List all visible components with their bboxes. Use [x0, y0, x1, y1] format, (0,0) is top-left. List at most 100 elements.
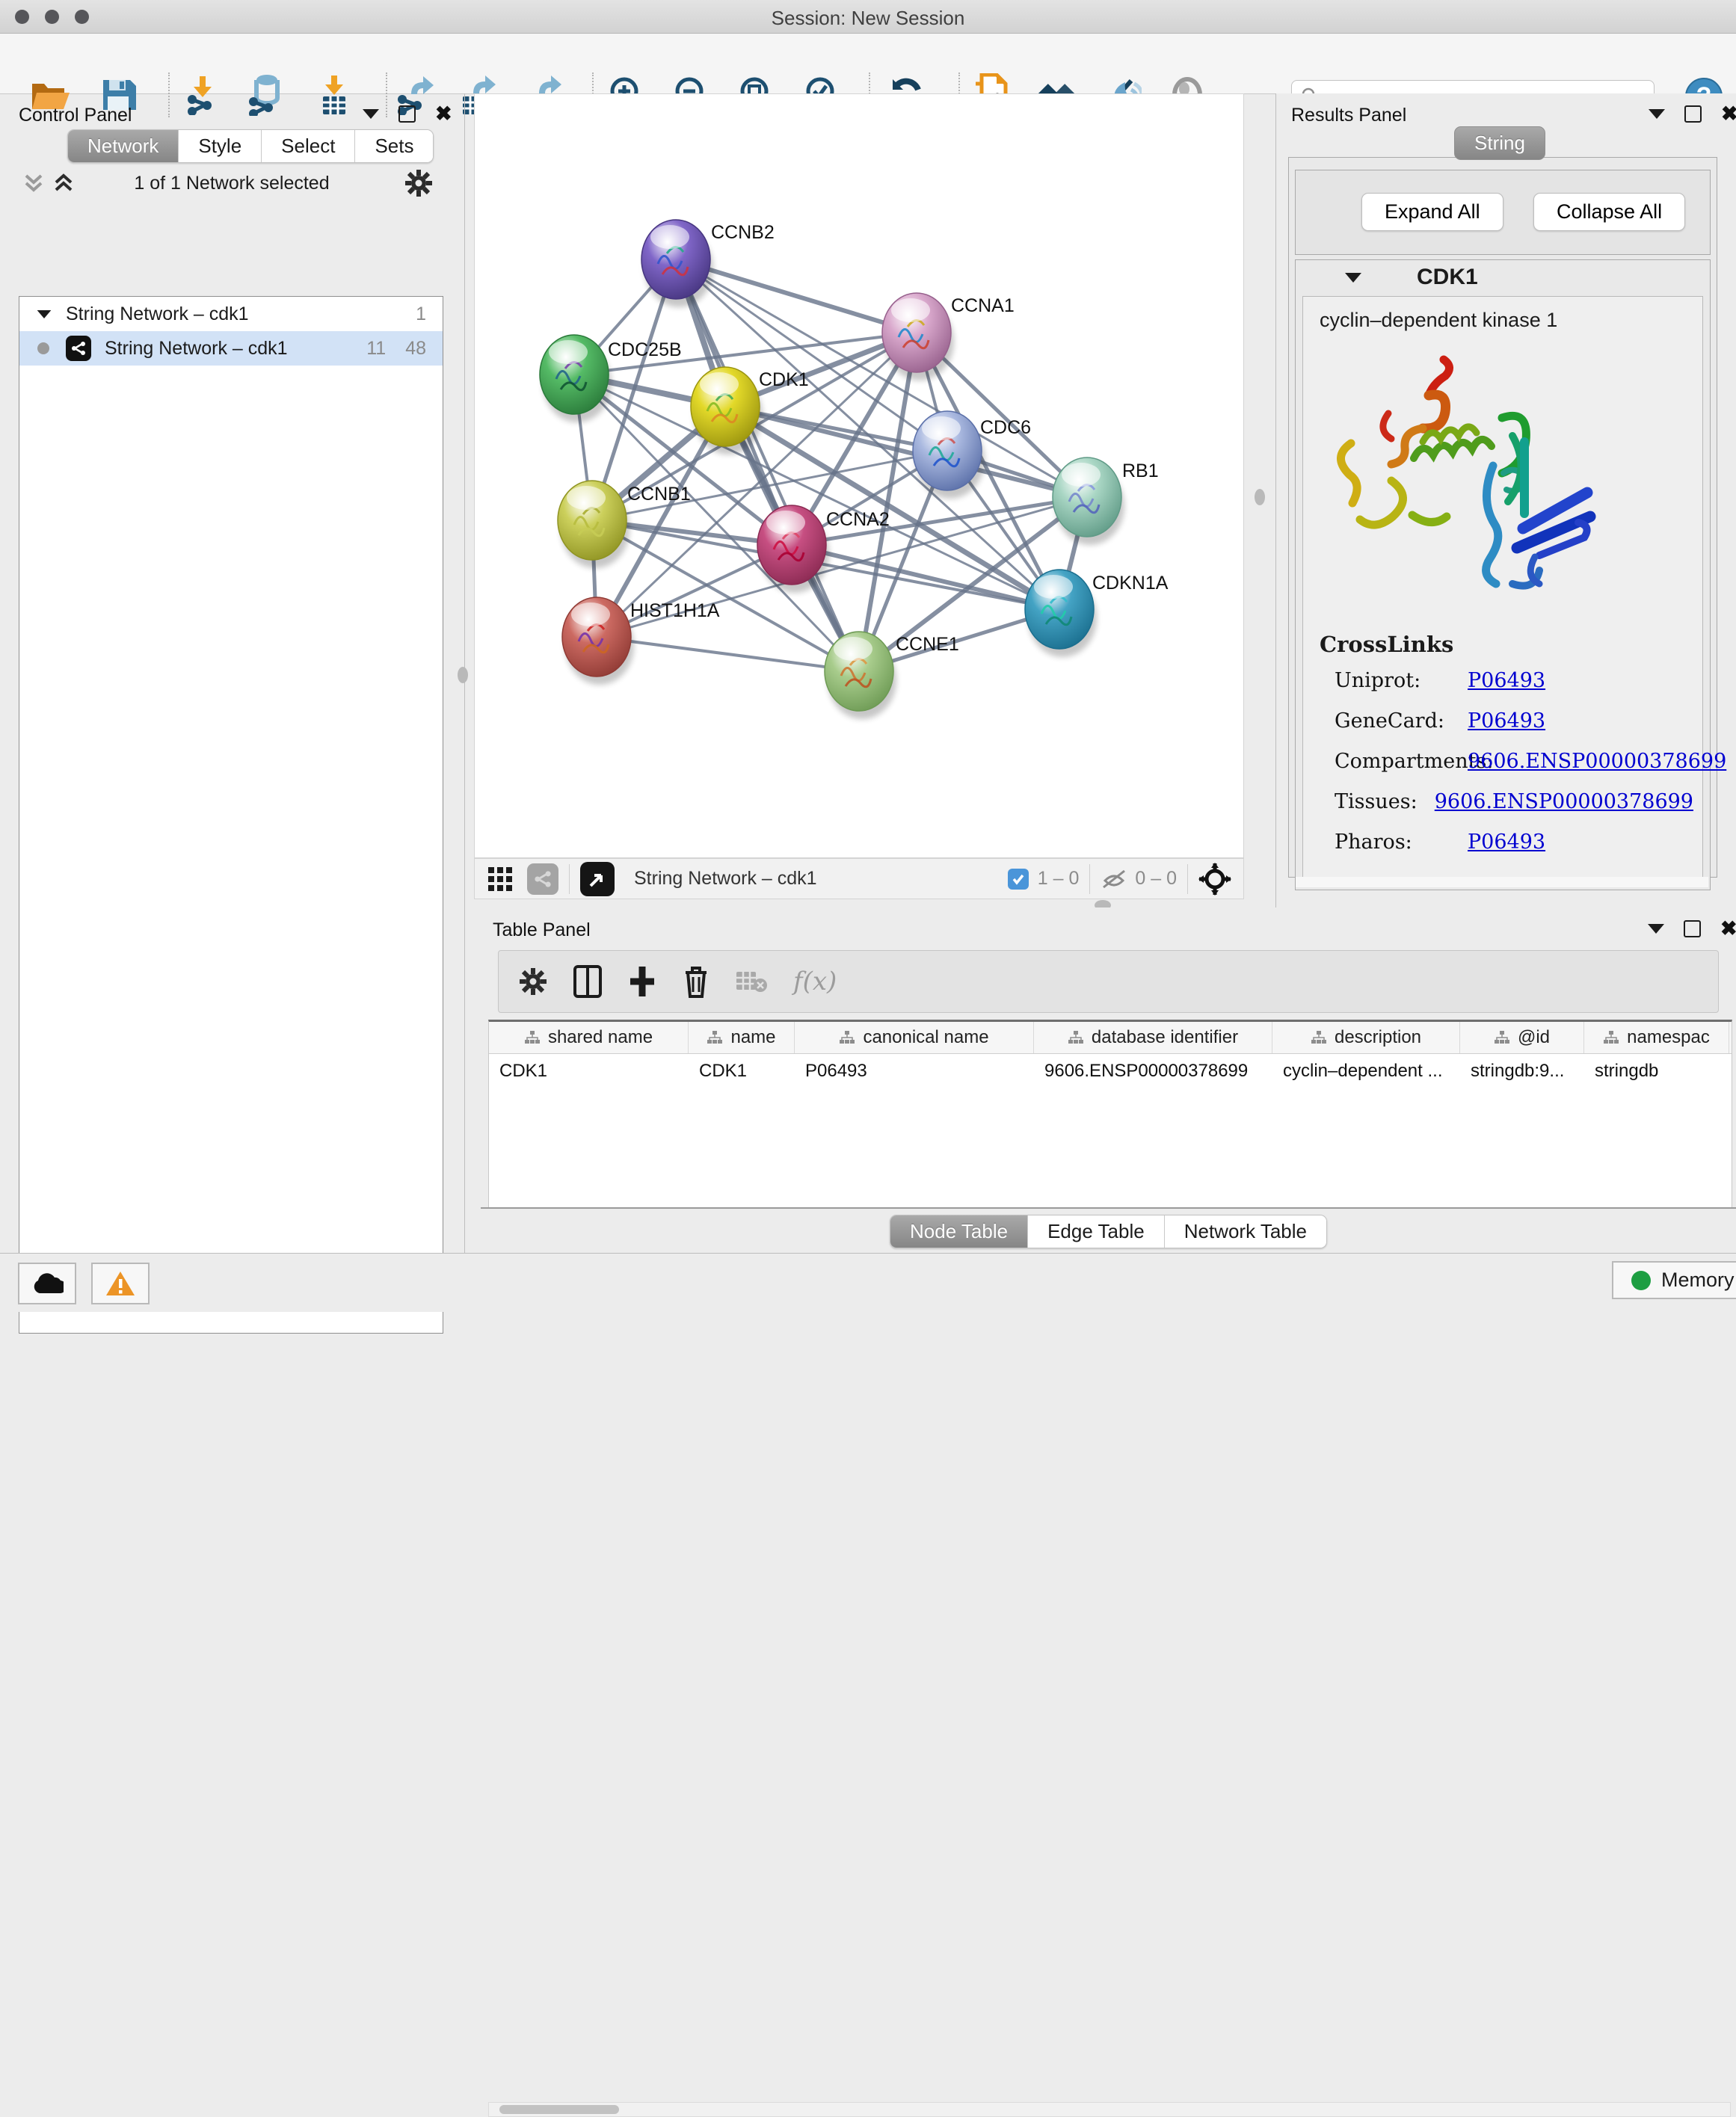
network-node-hist1h1a[interactable]: HIST1H1A [562, 597, 720, 685]
column-header-shared-name[interactable]: shared name [489, 1022, 689, 1053]
network-node-ccnb2[interactable]: CCNB2 [641, 220, 775, 307]
apply-function-icon[interactable]: f(x) [793, 967, 837, 996]
collapse-all-button[interactable]: Collapse All [1533, 193, 1685, 231]
network-canvas[interactable]: CCNB2CCNA1CDC25BCDK1CDC6RB1CCNB1CCNA2CDK… [474, 93, 1244, 858]
network-node-rb1[interactable]: RB1 [1053, 457, 1159, 545]
crosslinks-title: CrossLinks [1320, 632, 1453, 657]
float-panel-icon[interactable] [1684, 105, 1702, 123]
panel-menu-icon[interactable] [1648, 924, 1664, 934]
add-column-icon[interactable] [627, 965, 657, 998]
panel-menu-icon[interactable] [363, 109, 379, 119]
collapse-all-networks-icon[interactable] [22, 171, 45, 195]
column-header-canonical-name[interactable]: canonical name [795, 1022, 1034, 1053]
tab-select[interactable]: Select [262, 130, 355, 162]
tab-network[interactable]: Network [68, 130, 179, 162]
network-edge[interactable] [597, 637, 859, 671]
gene-section: CDK1 cyclin–dependent kinase 1 [1295, 259, 1711, 890]
grid-view-icon[interactable] [487, 866, 514, 893]
table-settings-gear-icon[interactable] [518, 967, 548, 996]
table-hscrollbar[interactable] [488, 2102, 1731, 2117]
crosslink-link[interactable]: P06493 [1468, 669, 1545, 692]
crosslink-label: Pharos: [1335, 831, 1468, 854]
expand-all-button[interactable]: Expand All [1361, 193, 1503, 231]
tab-string[interactable]: String [1454, 126, 1545, 160]
table-row[interactable]: CDK1CDK1P064939606.ENSP00000378699cyclin… [489, 1054, 1732, 1082]
table-cell[interactable]: cyclin–dependent ... [1272, 1054, 1460, 1082]
results-buttons-box: Expand All Collapse All [1295, 170, 1711, 255]
crosslink-row: Uniprot:P06493 [1335, 669, 1693, 692]
selected-checkbox-icon[interactable] [1008, 869, 1029, 890]
crosslink-link[interactable]: 9606.ENSP00000378699 [1468, 750, 1726, 773]
network-row[interactable]: String Network – cdk1 11 48 [19, 331, 443, 366]
crosslink-link[interactable]: P06493 [1468, 709, 1545, 733]
tab-node-table[interactable]: Node Table [890, 1215, 1028, 1248]
network-node-ccna1[interactable]: CCNA1 [882, 293, 1015, 380]
network-options-gear-icon[interactable] [404, 168, 434, 198]
column-header-database-identifier[interactable]: database identifier [1034, 1022, 1272, 1053]
crosslink-row: GeneCard:P06493 [1335, 709, 1693, 733]
close-panel-icon[interactable]: ✖ [1720, 922, 1736, 936]
delete-column-icon[interactable] [683, 965, 710, 998]
table-cell[interactable]: stringdb [1584, 1054, 1729, 1082]
left-splitter-handle[interactable] [458, 667, 468, 683]
share-view-icon[interactable] [527, 863, 558, 895]
node-label: CCNA2 [826, 509, 890, 530]
show-columns-icon[interactable] [573, 965, 602, 998]
right-splitter-handle[interactable] [1255, 489, 1265, 505]
float-panel-icon[interactable] [1684, 920, 1701, 937]
network-view-title: String Network – cdk1 [634, 868, 817, 890]
panel-menu-icon[interactable] [1649, 109, 1665, 119]
status-footer: Memory [0, 1253, 1736, 1312]
table-cell[interactable]: P06493 [795, 1054, 1034, 1082]
network-collection-row[interactable]: String Network – cdk1 1 [19, 297, 443, 331]
warnings-button[interactable] [91, 1263, 150, 1304]
fit-selected-crosshair-icon[interactable] [1198, 863, 1231, 896]
node-label: CDC25B [608, 339, 682, 360]
memory-status-icon [1631, 1271, 1651, 1290]
close-panel-icon[interactable]: ✖ [1721, 107, 1736, 121]
cloud-status-button[interactable] [18, 1263, 76, 1304]
results-scrollbar-track[interactable] [1296, 877, 1708, 887]
clear-table-icon[interactable] [735, 969, 768, 994]
memory-button[interactable]: Memory [1612, 1261, 1736, 1299]
column-header-description[interactable]: description [1272, 1022, 1460, 1053]
crosslink-link[interactable]: P06493 [1468, 831, 1545, 854]
column-header-name[interactable]: name [689, 1022, 795, 1053]
collection-expand-icon[interactable] [37, 309, 52, 318]
table-body: CDK1CDK1P064939606.ENSP00000378699cyclin… [489, 1054, 1732, 1082]
control-panel-tabs: Network Style Select Sets [67, 129, 434, 163]
table-cell[interactable]: CDK1 [689, 1054, 795, 1082]
crosslink-link[interactable]: 9606.ENSP00000378699 [1435, 790, 1693, 813]
hidden-items-icon[interactable] [1101, 868, 1127, 890]
column-header--id[interactable]: @id [1460, 1022, 1584, 1053]
network-node-cdk1[interactable]: CDK1 [691, 367, 809, 454]
column-header-namespac[interactable]: namespac [1584, 1022, 1729, 1053]
control-panel: Control Panel ✖ Network Style Select Set… [0, 93, 465, 1253]
memory-label: Memory [1661, 1269, 1735, 1292]
table-cell[interactable]: 9606.ENSP00000378699 [1034, 1054, 1272, 1082]
table-cell[interactable]: CDK1 [489, 1054, 689, 1082]
gene-collapse-icon[interactable] [1345, 273, 1361, 283]
network-node-cdc25b[interactable]: CDC25B [540, 335, 682, 422]
network-graph[interactable]: CCNB2CCNA1CDC25BCDK1CDC6RB1CCNB1CCNA2CDK… [475, 94, 1243, 857]
expand-all-networks-icon[interactable] [52, 171, 75, 195]
tab-network-table[interactable]: Network Table [1165, 1215, 1326, 1248]
node-label: CDKN1A [1092, 573, 1169, 594]
tab-sets[interactable]: Sets [355, 130, 433, 162]
birdseye-view-icon[interactable] [580, 862, 615, 896]
node-label: CDC6 [980, 417, 1031, 438]
table-hscrollbar-thumb[interactable] [499, 2105, 619, 2114]
node-label: CCNB2 [711, 222, 775, 243]
close-panel-icon[interactable]: ✖ [435, 107, 452, 121]
network-status-bar: String Network – cdk1 1 – 0 0 – 0 [474, 858, 1244, 899]
network-node-ccna2[interactable]: CCNA2 [757, 505, 890, 593]
gene-description: cyclin–dependent kinase 1 [1320, 309, 1702, 332]
table-cell[interactable]: stringdb:9... [1460, 1054, 1584, 1082]
hidden-node-edge-counts: 0 – 0 [1135, 868, 1177, 890]
network-node-cdkn1a[interactable]: CDKN1A [1025, 570, 1169, 657]
crosslinks-list: Uniprot:P06493GeneCard:P06493Compartment… [1335, 669, 1693, 871]
tab-style[interactable]: Style [179, 130, 262, 162]
tab-edge-table[interactable]: Edge Table [1028, 1215, 1165, 1248]
gene-details: cyclin–dependent kinase 1 [1302, 296, 1703, 882]
float-panel-icon[interactable] [398, 105, 416, 123]
